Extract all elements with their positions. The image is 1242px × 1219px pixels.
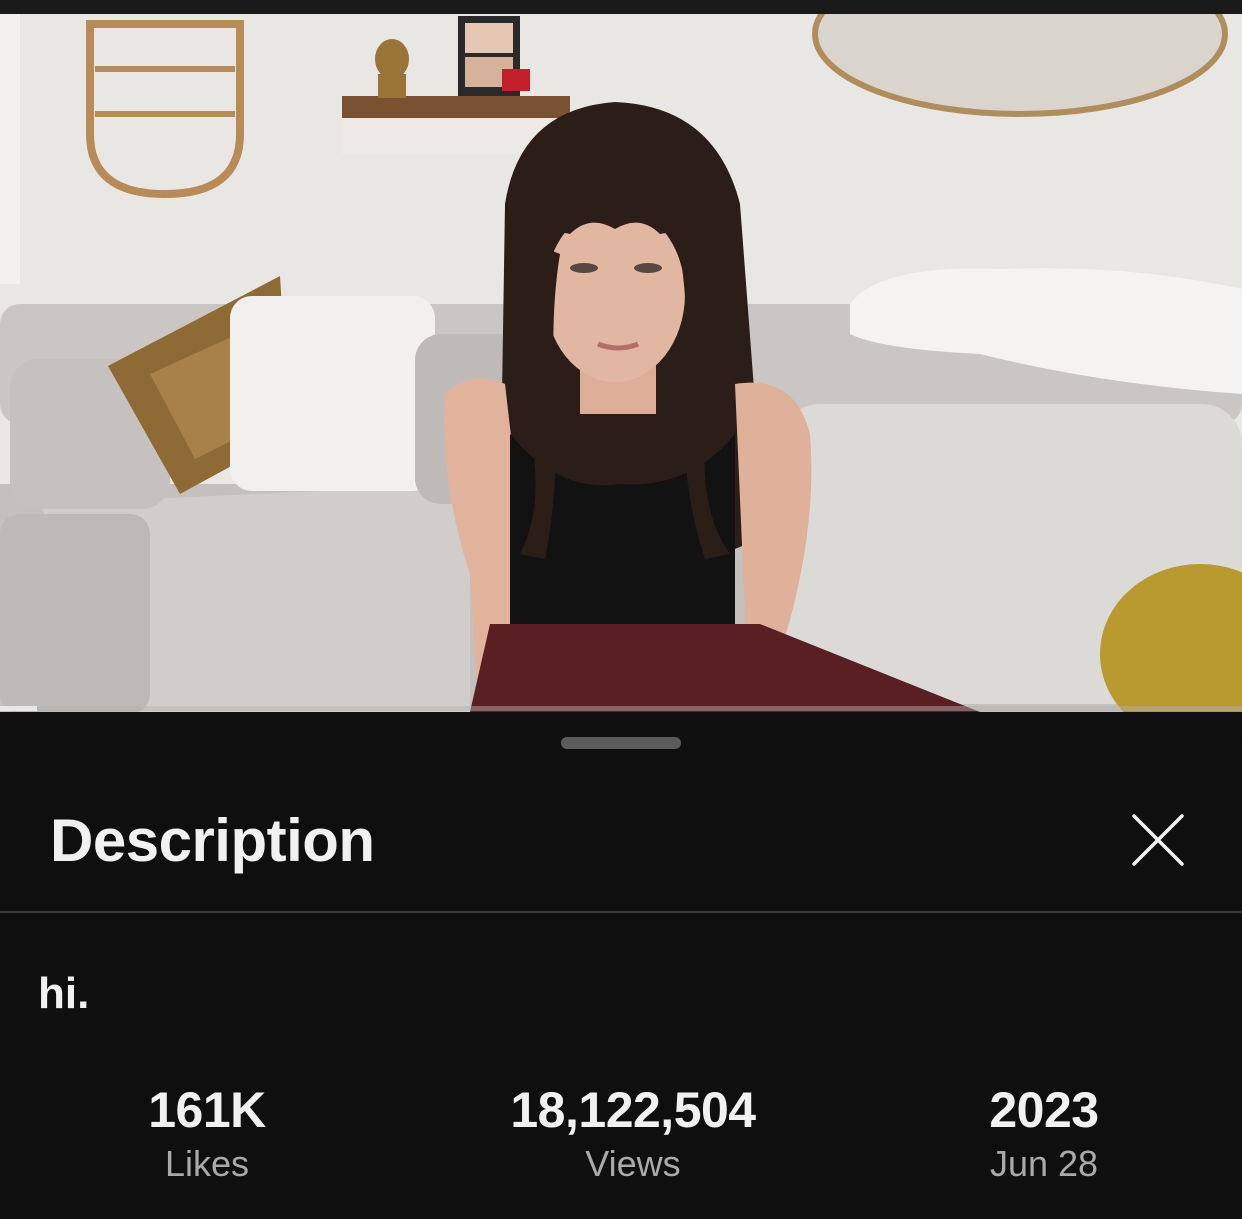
likes-label: Likes [164, 1143, 250, 1184]
video-player[interactable] [0, 14, 1242, 712]
likes-count: 161K [148, 1082, 266, 1138]
description-sheet: Description hi. 161K Likes 18,122,504 Vi… [0, 712, 1242, 1219]
likes-stat: 161K Likes [27, 1080, 387, 1186]
app-screen: Description hi. 161K Likes 18,122,504 Vi… [0, 0, 1242, 1219]
publish-date: Jun 28 [989, 1143, 1099, 1184]
sheet-divider [0, 911, 1242, 913]
video-progress-bar[interactable] [0, 706, 1242, 711]
sheet-drag-handle[interactable] [561, 737, 681, 749]
description-text: hi. [38, 969, 90, 1018]
video-frame-image [0, 14, 1242, 712]
date-stat: 2023 Jun 28 [864, 1080, 1224, 1186]
views-stat: 18,122,504 Views [453, 1080, 813, 1186]
publish-year: 2023 [989, 1082, 1099, 1138]
status-bar [0, 0, 1242, 14]
close-button[interactable] [1122, 804, 1194, 876]
video-progress-fill [0, 706, 38, 711]
views-count: 18,122,504 [510, 1082, 756, 1138]
close-icon [1132, 814, 1184, 866]
views-label: Views [585, 1143, 681, 1184]
video-stats: 161K Likes 18,122,504 Views 2023 Jun 28 [0, 1080, 1242, 1200]
sheet-title: Description [50, 807, 375, 874]
